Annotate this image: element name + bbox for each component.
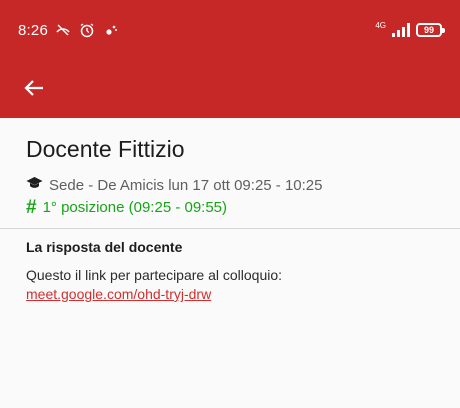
arrow-left-icon xyxy=(23,77,45,104)
signal-icon xyxy=(392,21,410,39)
phone-screen: 8:26 4G 99 Docente Fittizio Sede - De Am… xyxy=(0,0,460,408)
missed-call-icon xyxy=(54,21,72,39)
position-row: # 1° posizione (09:25 - 09:55) xyxy=(26,198,227,217)
hash-icon: # xyxy=(26,197,37,218)
response-title: La risposta del docente xyxy=(26,239,183,255)
graduation-cap-icon xyxy=(26,176,43,195)
alarm-icon xyxy=(78,21,96,39)
meeting-link[interactable]: meet.google.com/ohd-tryj-drw xyxy=(26,286,211,302)
settings-dots-icon xyxy=(102,21,120,39)
teacher-name: Docente Fittizio xyxy=(26,136,185,162)
battery-icon: 99 xyxy=(416,23,445,37)
network-label: 4G xyxy=(375,21,386,30)
meta-row: Sede - De Amicis lun 17 ott 09:25 - 10:2… xyxy=(26,176,323,195)
status-bar: 8:26 4G 99 xyxy=(0,0,460,60)
status-time: 8:26 xyxy=(18,21,48,39)
status-left: 8:26 xyxy=(18,18,120,42)
app-bar xyxy=(0,60,460,118)
response-body: Questo il link per partecipare al colloq… xyxy=(26,267,283,283)
battery-level: 99 xyxy=(423,24,434,35)
back-button[interactable] xyxy=(18,74,50,106)
status-right: 4G 99 xyxy=(375,18,445,42)
appointment-meta: Sede - De Amicis lun 17 ott 09:25 - 10:2… xyxy=(49,177,323,194)
queue-position: 1° posizione (09:25 - 09:55) xyxy=(42,199,228,216)
divider xyxy=(0,228,460,229)
